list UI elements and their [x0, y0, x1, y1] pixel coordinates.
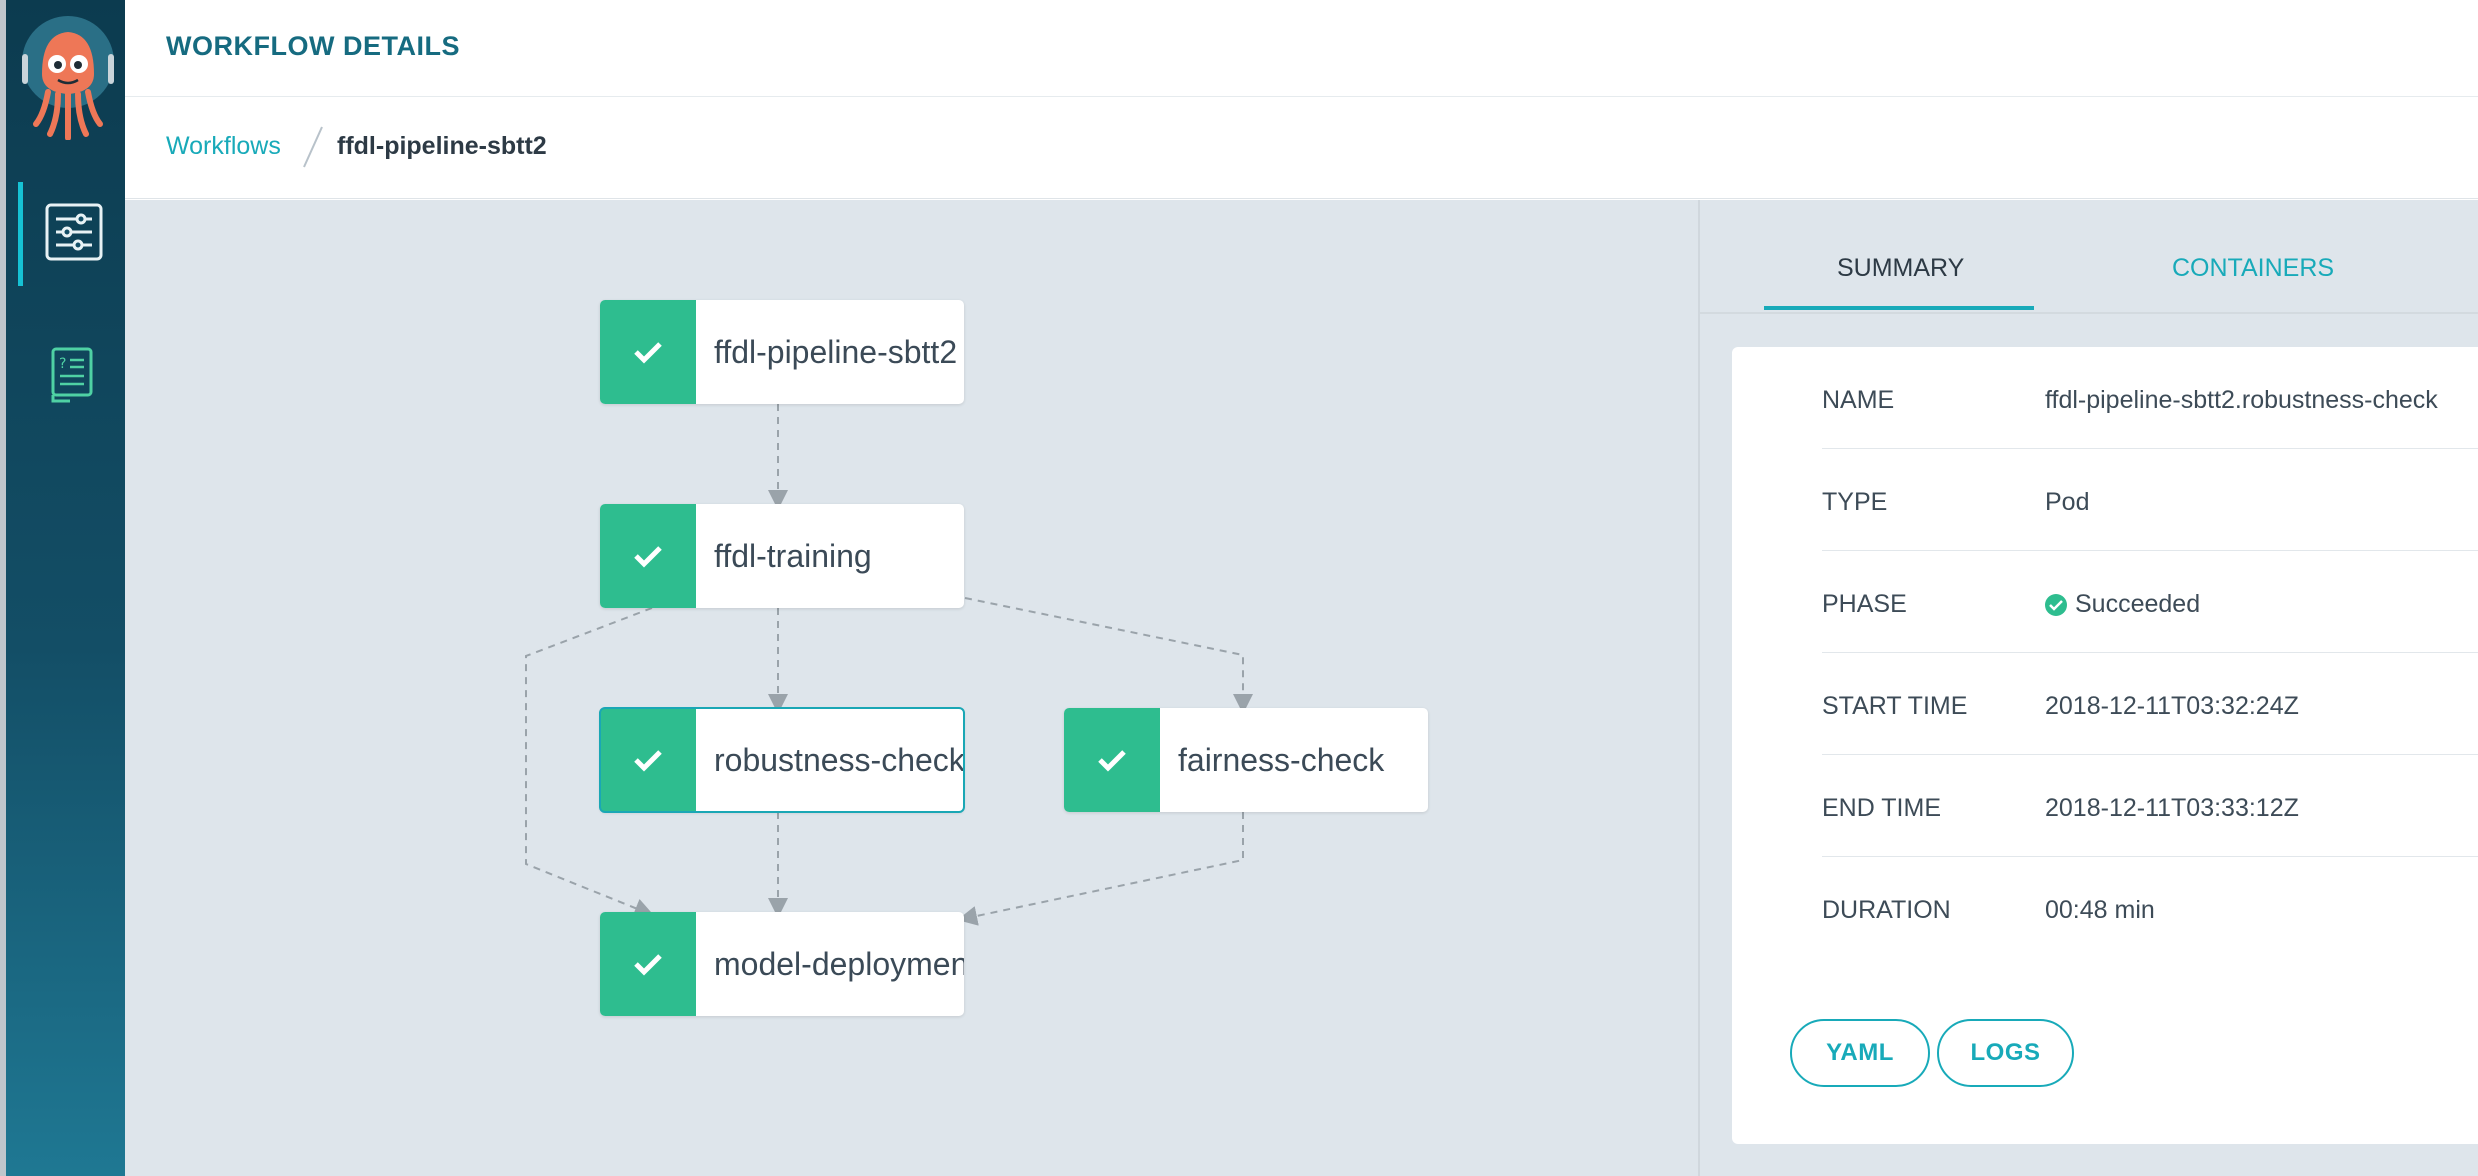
summary-key: START TIME	[1822, 692, 1968, 720]
details-tabs: SUMMARY CONTAINERS	[1700, 200, 2478, 314]
node-label: fairness-check	[1178, 741, 1385, 778]
graph-node-robustness[interactable]: robustness-check	[599, 707, 965, 813]
summary-value-phase: Succeeded	[2045, 590, 2200, 619]
top-header: WORKFLOW DETAILS	[125, 0, 2478, 97]
workflow-graph-canvas[interactable]: ffdl-pipeline-sbtt2 ffdl-training robust…	[125, 200, 1698, 1176]
summary-card: NAME ffdl-pipeline-sbtt2.robustness-chec…	[1732, 347, 2478, 1144]
summary-key: END TIME	[1822, 794, 1941, 822]
yaml-button[interactable]: YAML	[1790, 1019, 1930, 1087]
sidebar-nav: ?	[0, 0, 125, 1176]
breadcrumb: Workflows ffdl-pipeline-sbtt2	[125, 97, 2478, 199]
success-check-icon	[600, 504, 696, 608]
node-label: ffdl-pipeline-sbtt2	[714, 333, 958, 370]
summary-row-end-time: END TIME 2018-12-11T03:33:12Z	[1822, 755, 2478, 857]
breadcrumb-workflows-link[interactable]: Workflows	[166, 132, 281, 161]
svg-text:?: ?	[59, 356, 66, 372]
graph-node-root[interactable]: ffdl-pipeline-sbtt2	[600, 300, 964, 404]
sliders-icon	[45, 203, 103, 266]
node-label: ffdl-training	[714, 537, 872, 574]
breadcrumb-separator-icon	[298, 125, 328, 169]
succeeded-check-icon	[2045, 593, 2067, 616]
summary-row-start-time: START TIME 2018-12-11T03:32:24Z	[1822, 653, 2478, 755]
nav-item-workflows[interactable]	[18, 182, 125, 286]
summary-key: DURATION	[1822, 896, 1951, 924]
node-details-panel: SUMMARY CONTAINERS NAME ffdl-pipeline-sb…	[1698, 200, 2478, 1176]
active-tab-indicator	[1764, 306, 2034, 310]
summary-row-phase: PHASE Succeeded	[1822, 551, 2478, 653]
summary-value: 00:48 min	[2045, 896, 2155, 924]
edge-fairness-deploy	[957, 812, 1244, 926]
help-book-icon: ?	[50, 346, 94, 409]
page-title: WORKFLOW DETAILS	[166, 31, 460, 61]
summary-value: 2018-12-11T03:32:24Z	[2045, 692, 2299, 720]
phase-text: Succeeded	[2075, 590, 2201, 618]
summary-value: 2018-12-11T03:33:12Z	[2045, 794, 2299, 822]
summary-row-name: NAME ffdl-pipeline-sbtt2.robustness-chec…	[1822, 347, 2478, 449]
argo-logo[interactable]	[20, 14, 116, 141]
node-label: robustness-check	[714, 741, 964, 778]
nav-item-help[interactable]: ?	[18, 325, 125, 429]
breadcrumb-current: ffdl-pipeline-sbtt2	[337, 132, 547, 160]
summary-value: Pod	[2045, 488, 2090, 516]
node-label: model-deployment	[714, 945, 964, 982]
edge-training-fairness	[964, 597, 1253, 714]
graph-node-fairness[interactable]: fairness-check	[1064, 708, 1428, 812]
success-check-icon	[1064, 708, 1160, 812]
summary-key: TYPE	[1822, 488, 1888, 516]
success-check-icon	[600, 708, 696, 812]
graph-node-deploy[interactable]: model-deployment	[600, 912, 964, 1016]
success-check-icon	[600, 300, 696, 404]
summary-key: NAME	[1822, 386, 1895, 414]
summary-key: PHASE	[1822, 590, 1907, 618]
graph-node-training[interactable]: ffdl-training	[600, 504, 964, 608]
summary-value: ffdl-pipeline-sbtt2.robustness-check	[2045, 386, 2438, 414]
logs-button[interactable]: LOGS	[1937, 1019, 2074, 1087]
summary-row-duration: DURATION 00:48 min	[1822, 857, 2478, 959]
tab-containers[interactable]: CONTAINERS	[2172, 254, 2334, 283]
summary-row-type: TYPE Pod	[1822, 449, 2478, 551]
tab-summary[interactable]: SUMMARY	[1837, 254, 1964, 283]
success-check-icon	[600, 912, 696, 1016]
